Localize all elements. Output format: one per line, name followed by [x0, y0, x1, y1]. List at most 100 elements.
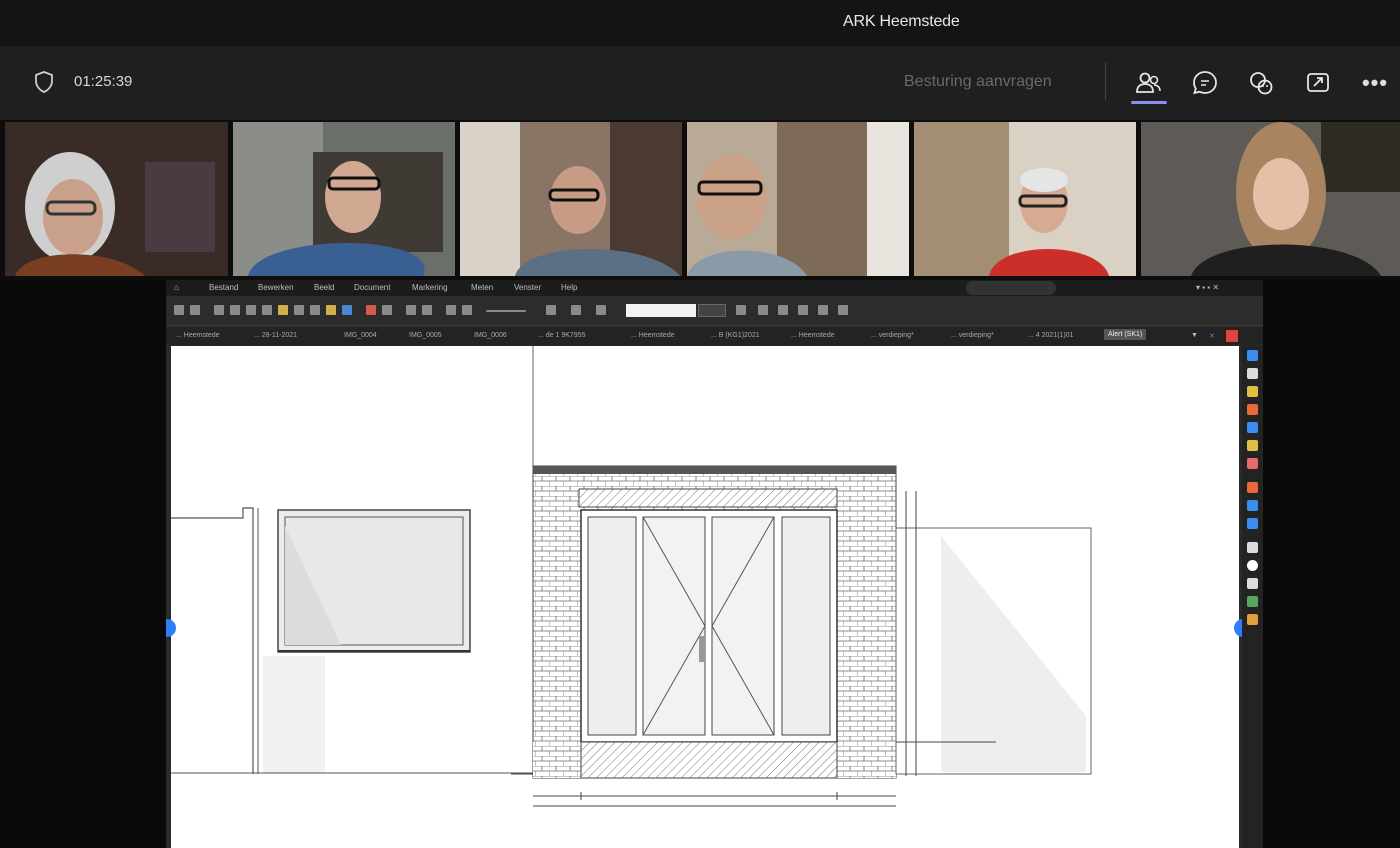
document-tab[interactable]: ... B (KG1)2021: [711, 332, 760, 339]
participant-tile[interactable]: [5, 122, 228, 276]
call-timer: 01:25:39: [74, 73, 133, 90]
tool-icon: [818, 305, 828, 315]
line-style-icon: [486, 310, 526, 312]
more-button[interactable]: •••: [1358, 66, 1392, 100]
tool-icon: [838, 305, 848, 315]
tool-icon: [758, 305, 768, 315]
document-tab[interactable]: ... Heemstede: [631, 332, 675, 339]
people-active-indicator: [1131, 101, 1167, 104]
tool-icon: [546, 305, 556, 315]
document-tab[interactable]: IMG_0005: [409, 332, 442, 339]
menu-item[interactable]: Beeld: [314, 283, 334, 292]
window-controls-icon: ▾ ▪ ▪ ✕: [1196, 283, 1220, 292]
highlight-icon[interactable]: [1247, 386, 1258, 397]
document-tab[interactable]: ... verdieping*: [951, 332, 994, 339]
call-control-bar: 01:25:39 Besturing aanvragen •••: [0, 46, 1400, 120]
document-tab[interactable]: IMG_0006: [474, 332, 507, 339]
reactions-icon: [1250, 72, 1273, 95]
shared-app-menubar: ⌂ Bestand Bewerken Beeld Document Marker…: [166, 280, 1263, 296]
note-icon[interactable]: [1247, 368, 1258, 379]
tool-icon: [262, 305, 272, 315]
measure-icon[interactable]: [1247, 518, 1258, 529]
tab-list-icon[interactable]: ▼: [1191, 332, 1198, 339]
markup-toolbar: [1242, 346, 1263, 848]
close-tab-icon[interactable]: ✕: [1209, 332, 1215, 340]
participant-tile[interactable]: [233, 122, 455, 276]
menu-item[interactable]: Meten: [471, 283, 493, 292]
line-icon[interactable]: [1247, 422, 1258, 433]
participant-video: [233, 122, 455, 276]
page-input[interactable]: [698, 304, 726, 317]
title-bar: ARK Heemstede: [0, 0, 1400, 46]
participant-video: [1141, 122, 1400, 276]
divider: [1105, 62, 1106, 100]
tool-icon: [342, 305, 352, 315]
shared-app-zoom-widget: [966, 281, 1056, 295]
stamp-icon[interactable]: [1247, 614, 1258, 625]
window-title: ARK Heemstede: [843, 13, 960, 30]
redo-icon: [190, 305, 200, 315]
tool-icon: [382, 305, 392, 315]
menu-item[interactable]: Venster: [514, 283, 541, 292]
participant-tile[interactable]: [460, 122, 682, 276]
tool-icon: [596, 305, 606, 315]
document-tab[interactable]: IMG_0004: [344, 332, 377, 339]
menu-item[interactable]: Help: [561, 283, 577, 292]
menu-home-icon: ⌂: [174, 283, 179, 292]
ellipse-icon[interactable]: [1247, 560, 1258, 571]
tool-icon: [326, 305, 336, 315]
document-tab[interactable]: ... 28-11-2021: [254, 332, 297, 339]
menu-item[interactable]: Bestand: [209, 283, 238, 292]
tool-icon: [294, 305, 304, 315]
eraser-icon[interactable]: [1247, 458, 1258, 469]
document-tab[interactable]: ... verdieping*: [871, 332, 914, 339]
shared-app-toolbar: [166, 296, 1263, 326]
tool-icon: [446, 305, 456, 315]
tool-icon: [214, 305, 224, 315]
participant-video: [460, 122, 682, 276]
menu-item[interactable]: Document: [354, 283, 390, 292]
document-tab[interactable]: ... Heemstede: [176, 332, 220, 339]
tool-icon: [310, 305, 320, 315]
participant-gallery: [0, 120, 1400, 280]
image-icon[interactable]: [1247, 596, 1258, 607]
tool-icon: [571, 305, 581, 315]
arrow-icon[interactable]: [1247, 482, 1258, 493]
text-markup-icon[interactable]: [1247, 350, 1258, 361]
tool-icon: [406, 305, 416, 315]
request-control-button[interactable]: Besturing aanvragen: [904, 73, 1052, 91]
tool-icon: [366, 305, 376, 315]
tool-icon: [798, 305, 808, 315]
participant-tile[interactable]: [914, 122, 1136, 276]
participant-tile[interactable]: [687, 122, 909, 276]
tool-icon: [246, 305, 256, 315]
tool-icon: [230, 305, 240, 315]
reactions-button[interactable]: [1244, 66, 1278, 100]
shared-app-document-tabs: ... Heemstede ... 28-11-2021 IMG_0004 IM…: [166, 327, 1263, 345]
participant-tile[interactable]: [1141, 122, 1400, 276]
share-tray-button[interactable]: [1301, 66, 1335, 100]
shape-icon[interactable]: [1247, 578, 1258, 589]
drawing-canvas[interactable]: [171, 346, 1239, 848]
tab-action-icon[interactable]: [1226, 330, 1238, 342]
polyline-icon[interactable]: [1247, 500, 1258, 511]
zoom-input[interactable]: [626, 304, 696, 317]
pen-icon[interactable]: [1247, 404, 1258, 415]
undo-icon: [174, 305, 184, 315]
chat-button[interactable]: [1188, 66, 1222, 100]
tool-icon: [778, 305, 788, 315]
people-button[interactable]: [1131, 66, 1165, 100]
menu-item[interactable]: Markering: [412, 283, 448, 292]
chat-icon: [1193, 71, 1217, 95]
document-tab[interactable]: ... Heemstede: [791, 332, 835, 339]
facade-drawing: [171, 346, 1092, 807]
marker-icon[interactable]: [1247, 440, 1258, 451]
document-tab[interactable]: ... de 1 9K7955: [538, 332, 585, 339]
more-icon: •••: [1361, 70, 1389, 95]
document-tab[interactable]: ... 4 2021(1)01: [1028, 332, 1074, 339]
tool-icon: [278, 305, 288, 315]
document-tab-active[interactable]: Alert (SK1): [1104, 329, 1147, 340]
menu-item[interactable]: Bewerken: [258, 283, 294, 292]
cloud-icon[interactable]: [1247, 542, 1258, 553]
participant-video: [687, 122, 909, 276]
